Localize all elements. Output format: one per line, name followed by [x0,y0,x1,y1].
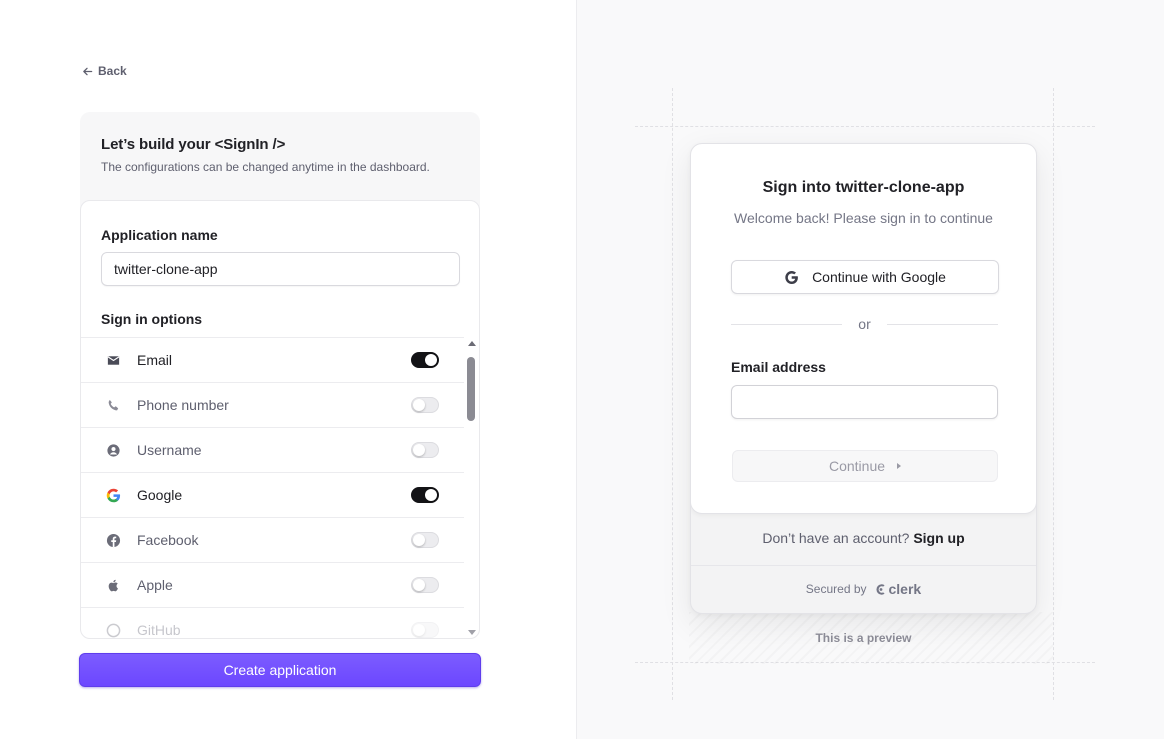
option-label: Google [137,487,183,503]
app-name-input[interactable] [101,252,460,286]
preview-note: This is a preview [815,631,912,645]
scroll-thumb[interactable] [467,357,475,421]
clerk-brand: clerk [888,581,922,597]
or-divider: or [731,314,999,334]
guide-line [635,126,1095,127]
apple-icon [105,577,121,593]
phone-icon [105,397,121,413]
phone-number-toggle[interactable] [411,397,439,413]
option-label: Apple [137,577,173,593]
footer-divider [691,565,1036,566]
option-label: Username [137,442,202,458]
clerk-logo: clerk [875,581,922,597]
option-username[interactable]: Username [81,428,464,473]
github-toggle[interactable] [411,622,439,638]
divider-line [731,323,843,325]
guide-line [1053,88,1054,700]
scroll-down-arrow-icon[interactable] [468,630,476,635]
option-label: Email [137,352,173,368]
arrow-left-icon [83,67,93,75]
sign-in-options-label: Sign in options [101,311,203,327]
option-label: GitHub [137,622,181,638]
config-card: Let’s build your <SignIn /> The configur… [80,112,480,639]
email-address-label: Email address [731,359,826,375]
google-button-label: Continue with Google [812,269,946,285]
continue-label: Continue [828,458,886,474]
builder-pane: Back Let’s build your <SignIn /> The con… [0,0,577,739]
username-toggle[interactable] [411,442,439,458]
back-label: Back [98,64,127,78]
create-application-button[interactable]: Create application [79,653,481,687]
github-icon [105,622,121,638]
guide-line [672,88,673,700]
continue-with-google-button[interactable]: Continue with Google [731,260,999,294]
signin-subtitle: Welcome back! Please sign in to continue [734,210,993,226]
signin-preview-card: Sign into twitter-clone-app Welcome back… [690,143,1037,614]
clerk-mark-icon [875,583,885,595]
secured-by-clerk: Secured by clerk [691,581,1036,597]
facebook-toggle[interactable] [411,532,439,548]
apple-toggle[interactable] [411,577,439,593]
signin-main: Sign into twitter-clone-app Welcome back… [691,144,1036,514]
config-title: Let’s build your <SignIn /> [101,136,286,153]
secured-by-text: Secured by [805,582,867,596]
config-form: Application name Sign in options Email P… [80,200,480,639]
continue-button[interactable]: Continue [732,450,998,482]
email-toggle[interactable] [411,352,439,368]
google-icon [105,487,121,503]
sign-up-link[interactable]: Sign up [913,530,964,546]
option-google[interactable]: Google [81,473,464,518]
google-g-icon [785,270,798,284]
divider-line [886,323,999,325]
email-address-input[interactable] [731,385,998,419]
facebook-icon [105,532,121,548]
divider-text: or [858,316,871,332]
caret-right-icon [897,463,902,469]
option-facebook[interactable]: Facebook [81,518,464,563]
preview-pane: Sign into twitter-clone-app Welcome back… [577,0,1164,739]
sign-in-options-list[interactable]: Email Phone number Username Google Faceb… [81,337,464,638]
google-toggle[interactable] [411,487,439,503]
envelope-icon [105,352,121,368]
option-github[interactable]: GitHub [81,608,464,638]
user-circle-icon [105,442,121,458]
signin-title: Sign into twitter-clone-app [762,179,965,196]
option-phone-number[interactable]: Phone number [81,383,464,428]
option-email[interactable]: Email [81,338,464,383]
no-account-text: Don’t have an account? [762,530,910,546]
option-label: Facebook [137,532,199,548]
back-link[interactable]: Back [82,64,127,78]
options-scrollbar[interactable] [466,341,478,637]
signup-row: Don’t have an account? Sign up [691,530,1036,546]
config-subtitle: The configurations can be changed anytim… [101,160,430,174]
app-name-label: Application name [101,227,218,243]
option-apple[interactable]: Apple [81,563,464,608]
scroll-up-arrow-icon[interactable] [468,341,476,346]
option-label: Phone number [137,397,229,413]
